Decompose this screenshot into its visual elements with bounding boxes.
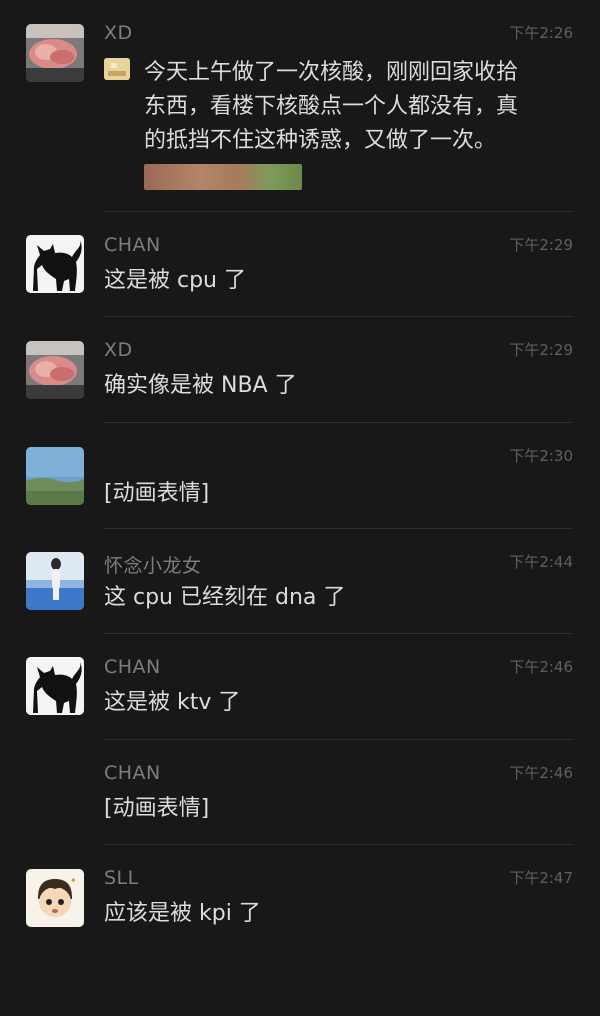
message-text: 这是被 cpu 了 — [104, 268, 246, 293]
sender-name: CHAN — [104, 762, 161, 784]
sender-name: 怀念小龙女 — [104, 555, 202, 577]
message-5[interactable]: 怀念小龙女 下午2:44 这 cpu 已经刻在 dna 了 — [0, 529, 600, 634]
svg-text:✦: ✦ — [70, 876, 77, 885]
landscape-photo-icon — [26, 447, 84, 505]
cartoon-face-icon: ✦ — [26, 869, 84, 927]
message-text: [动画表情] — [104, 481, 210, 506]
message-1[interactable]: XD 下午2:26 今天上午做了一次核酸，刚刚回家收拾 东西，看楼下核酸点一个人… — [0, 0, 600, 212]
sender-name: CHAN — [104, 656, 161, 678]
quote-line-3: 的抵挡不住这种诱惑，又做了一次。 — [144, 128, 497, 153]
message-text: 确实像是被 NBA 了 — [104, 373, 297, 398]
quoted-image-thumbnail[interactable] — [144, 164, 302, 190]
quote-line-2: 东西，看楼下核酸点一个人都没有，真 — [144, 94, 519, 119]
message-text: 应该是被 kpi 了 — [104, 901, 261, 926]
avatar-chan[interactable] — [26, 235, 84, 293]
sender-name: SLL — [104, 867, 139, 889]
cat-silhouette-icon — [26, 235, 84, 293]
avatar-landscape[interactable] — [26, 447, 84, 505]
quote-thumbnail-icon — [104, 58, 130, 80]
message-3[interactable]: XD 下午2:29 确实像是被 NBA 了 — [0, 317, 600, 423]
avatar-xd[interactable] — [26, 24, 84, 82]
message-text: [动画表情] — [104, 796, 210, 821]
sender-name: XD — [104, 339, 133, 361]
message-time: 下午2:30 — [509, 447, 573, 465]
message-time: 下午2:46 — [509, 764, 573, 782]
message-time: 下午2:29 — [509, 236, 573, 254]
avatar-sll[interactable]: ✦ — [26, 869, 84, 927]
avatar-xd[interactable] — [26, 341, 84, 399]
sender-name: XD — [104, 22, 133, 44]
quoted-message-text: 今天上午做了一次核酸，刚刚回家收拾 东西，看楼下核酸点一个人都没有，真 的抵挡不… — [144, 56, 564, 158]
message-2[interactable]: CHAN 下午2:29 这是被 cpu 了 — [0, 212, 600, 317]
quote-line-1: 今天上午做了一次核酸，刚刚回家收拾 — [144, 60, 519, 85]
message-6[interactable]: CHAN 下午2:46 这是被 ktv 了 — [0, 634, 600, 740]
meat-photo-icon — [26, 24, 84, 82]
message-time: 下午2:46 — [509, 658, 573, 676]
message-4[interactable]: 下午2:30 [动画表情] — [0, 423, 600, 529]
chat-history: XD 下午2:26 今天上午做了一次核酸，刚刚回家收拾 东西，看楼下核酸点一个人… — [0, 0, 600, 1016]
woman-beach-photo-icon — [26, 552, 84, 610]
sender-name: CHAN — [104, 234, 161, 256]
message-text: 这 cpu 已经刻在 dna 了 — [104, 585, 346, 610]
message-text: 这是被 ktv 了 — [104, 690, 241, 715]
message-time: 下午2:26 — [509, 24, 573, 42]
message-7[interactable]: CHAN 下午2:46 [动画表情] — [0, 740, 600, 845]
avatar-chan[interactable] — [26, 657, 84, 715]
cat-silhouette-icon — [26, 657, 84, 715]
message-time: 下午2:29 — [509, 341, 573, 359]
avatar-xiaolongnv[interactable] — [26, 552, 84, 610]
meat-photo-icon — [26, 341, 84, 399]
message-8[interactable]: ✦ SLL 下午2:47 应该是被 kpi 了 — [0, 845, 600, 965]
message-time: 下午2:44 — [509, 553, 573, 571]
message-time: 下午2:47 — [509, 869, 573, 887]
